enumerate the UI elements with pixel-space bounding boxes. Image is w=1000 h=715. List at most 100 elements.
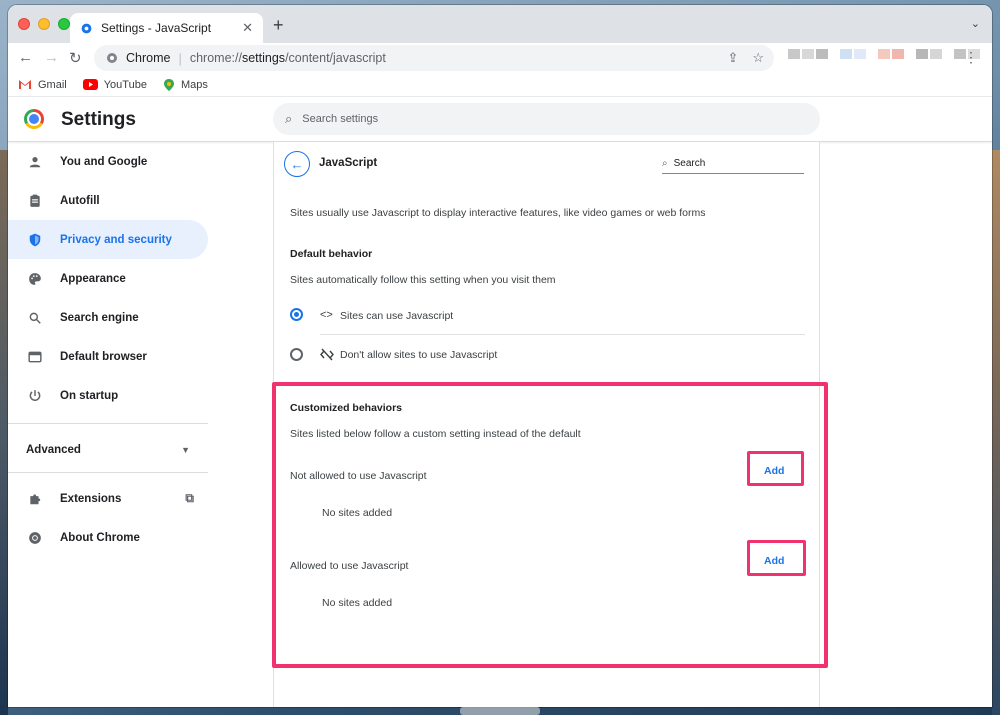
extension-icon[interactable]: [916, 49, 928, 59]
sidebar-item-label: About Chrome: [60, 531, 140, 544]
add-not-allowed-highlight: [747, 451, 804, 486]
extension-icon[interactable]: [892, 49, 904, 59]
search-placeholder: Search settings: [302, 113, 379, 125]
open-in-new-icon: ⧉: [185, 491, 194, 505]
window-controls: [18, 18, 70, 30]
search-icon: [29, 312, 41, 324]
caret-down-icon: ▼: [181, 445, 190, 455]
forward-arrow-icon[interactable]: →: [44, 49, 59, 66]
radio-allow-javascript[interactable]: [290, 308, 303, 321]
sidebar-item-privacy-and-security[interactable]: Privacy and security: [8, 220, 208, 259]
browser-window: Settings - JavaScript ✕ + ⌄ ← → ↻ Chrome…: [8, 5, 992, 707]
tab-strip: Settings - JavaScript ✕ + ⌄: [8, 5, 992, 43]
settings-header: Settings ⌕ Search settings: [8, 97, 992, 142]
sidebar-divider: [8, 423, 208, 424]
extension-icon[interactable]: [816, 49, 828, 59]
share-icon[interactable]: ⇪: [727, 50, 738, 66]
shield-icon: [29, 233, 41, 246]
chrome-site-icon: [107, 53, 117, 63]
tab-search-icon[interactable]: ⌄: [971, 17, 980, 30]
default-behavior-heading: Default behavior: [290, 248, 373, 260]
extension-icons: [788, 49, 982, 59]
sidebar-divider: [8, 472, 208, 473]
sidebar-item-extensions[interactable]: Extensions ⧉: [8, 479, 208, 518]
reload-icon[interactable]: ↻: [69, 49, 82, 67]
chrome-icon: [29, 531, 41, 544]
back-arrow-icon[interactable]: ←: [18, 49, 33, 66]
active-tab[interactable]: Settings - JavaScript ✕: [70, 13, 263, 43]
toolbar: ← → ↻ Chrome | chrome://settings/content…: [8, 43, 992, 73]
desktop-wallpaper-right: [992, 150, 1000, 715]
sidebar-advanced-toggle[interactable]: Advanced ▼: [8, 430, 208, 470]
radio-block-javascript[interactable]: [290, 348, 303, 361]
gmail-icon: [19, 80, 31, 89]
sidebar-item-on-startup[interactable]: On startup: [8, 376, 208, 415]
card-header: ← JavaScript ⌕ Search: [274, 142, 819, 182]
search-icon: ⌕: [662, 158, 668, 169]
sidebar-item-appearance[interactable]: Appearance: [8, 259, 208, 298]
power-icon: [29, 389, 41, 401]
subpage-title: JavaScript: [319, 157, 378, 169]
extension-icon[interactable]: [788, 49, 800, 59]
address-bar[interactable]: Chrome | chrome://settings/content/javas…: [94, 45, 774, 71]
default-behavior-subtitle: Sites automatically follow this setting …: [290, 274, 556, 286]
close-tab-icon[interactable]: ✕: [242, 20, 253, 36]
extension-icon[interactable]: [840, 49, 852, 59]
palette-icon: [29, 272, 41, 285]
page-title: Settings: [61, 109, 136, 130]
chrome-logo-icon: [24, 109, 44, 129]
sidebar-item-label: Autofill: [60, 194, 100, 207]
sidebar-item-default-browser[interactable]: Default browser: [8, 337, 208, 376]
maximize-window-button[interactable]: [58, 18, 70, 30]
customized-behaviors-highlight: [272, 382, 828, 668]
bookmark-gmail[interactable]: Gmail: [18, 79, 67, 91]
bookmark-star-icon[interactable]: ☆: [752, 50, 764, 66]
search-icon: ⌕: [285, 111, 293, 126]
code-off-icon: [320, 348, 334, 361]
clipboard-icon: [30, 194, 40, 207]
new-tab-button[interactable]: +: [273, 15, 284, 36]
extension-icon[interactable]: [854, 49, 866, 59]
code-brackets-icon: <>: [320, 309, 333, 321]
extension-icon[interactable]: [930, 49, 942, 59]
youtube-icon: [82, 79, 98, 90]
tab-title: Settings - JavaScript: [101, 21, 212, 35]
bookmark-maps[interactable]: Maps: [163, 78, 208, 91]
extension-icon[interactable]: [878, 49, 890, 59]
omnibox-url: chrome://settings/content/javascript: [190, 51, 386, 65]
sidebar-item-autofill[interactable]: Autofill: [8, 181, 208, 220]
advanced-label: Advanced: [26, 444, 81, 456]
menu-kebab-icon[interactable]: ⋮: [964, 49, 978, 66]
minimize-window-button[interactable]: [38, 18, 50, 30]
back-button[interactable]: ←: [284, 151, 310, 177]
sidebar-item-label: Extensions: [60, 492, 122, 505]
desktop-dock-edge: [460, 707, 540, 715]
option-allow-label[interactable]: Sites can use Javascript: [340, 310, 453, 322]
option-block-label[interactable]: Don't allow sites to use Javascript: [340, 349, 497, 361]
settings-gear-icon: [81, 23, 92, 33]
sidebar-item-label: Privacy and security: [60, 233, 172, 246]
person-icon: [29, 156, 41, 167]
search-settings-input[interactable]: ⌕ Search settings: [273, 103, 820, 135]
extension-icon[interactable]: [802, 49, 814, 59]
bookmark-label: Maps: [180, 78, 208, 91]
url-path: /content/javascript: [285, 51, 386, 65]
sidebar-item-label: Default browser: [60, 350, 147, 363]
subpage-search-placeholder: Search: [673, 158, 706, 169]
arrow-left-icon: ←: [290, 156, 304, 172]
sidebar-item-about-chrome[interactable]: About Chrome: [8, 518, 208, 557]
sidebar-item-you-and-google[interactable]: You and Google: [8, 142, 208, 181]
maps-icon: [163, 78, 174, 91]
bookmark-youtube[interactable]: YouTube: [82, 79, 147, 91]
sidebar-item-label: You and Google: [60, 155, 148, 168]
sidebar-item-search-engine[interactable]: Search engine: [8, 298, 208, 337]
url-scheme: chrome://: [189, 51, 242, 65]
omnibox-separator: |: [178, 50, 182, 66]
sidebar-item-label: Appearance: [60, 272, 126, 285]
bookmarks-bar: Gmail YouTube Maps: [8, 73, 992, 97]
browser-window-icon: [28, 351, 42, 362]
description-text: Sites usually use Javascript to display …: [290, 207, 706, 219]
omnibox-site-label: Chrome: [126, 51, 171, 65]
close-window-button[interactable]: [18, 18, 30, 30]
subpage-search-input[interactable]: ⌕ Search: [662, 154, 804, 174]
